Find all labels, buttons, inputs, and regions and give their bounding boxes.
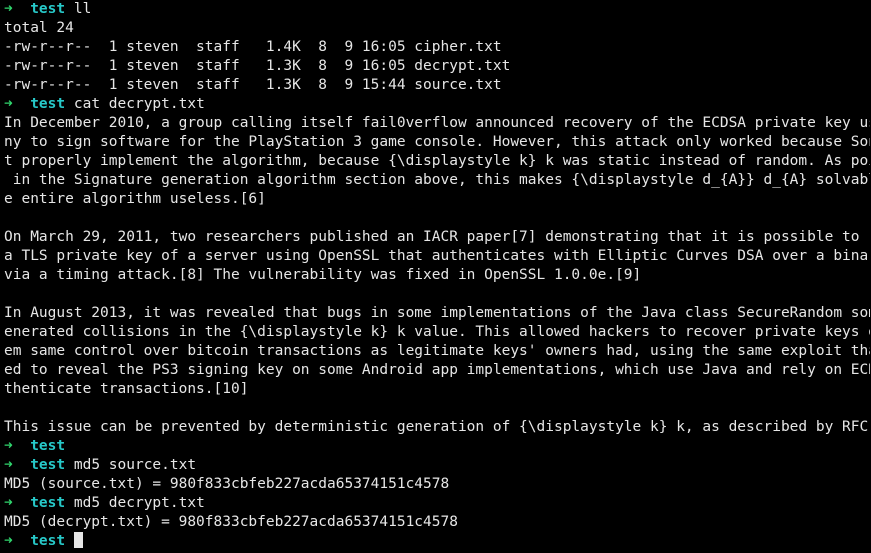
prompt-directory: test [30, 96, 66, 112]
output-line: via a timing attack.[8] The vulnerabilit… [4, 267, 642, 283]
output-line: -rw-r--r-- 1 steven staff 1.4K 8 9 16:05… [4, 39, 502, 55]
prompt-arrow-icon: ➜ [4, 495, 13, 511]
prompt-directory: test [30, 495, 66, 511]
output-line: -rw-r--r-- 1 steven staff 1.3K 8 9 16:05… [4, 58, 511, 74]
output-line: This issue can be prevented by determini… [4, 419, 870, 435]
prompt-arrow-icon: ➜ [4, 1, 13, 17]
output-line: ed to reveal the PS3 signing key on some… [4, 362, 870, 378]
prompt-directory: test [30, 438, 66, 454]
prompt-arrow-icon: ➜ [4, 457, 13, 473]
prompt-line: ➜ test [4, 532, 870, 551]
output-line: In December 2010, a group calling itself… [4, 115, 870, 131]
prompt-line: ➜ test cat decrypt.txt [4, 95, 870, 114]
output-line: -rw-r--r-- 1 steven staff 1.3K 8 9 15:44… [4, 77, 502, 93]
output-line: in the Signature generation algorithm se… [4, 172, 870, 188]
output-line: MD5 (source.txt) = 980f833cbfeb227acda65… [4, 476, 450, 492]
prompt-line: ➜ test ll [4, 0, 870, 19]
command-text: ll [73, 1, 92, 17]
command-text: md5 decrypt.txt [73, 495, 205, 511]
output-line: e entire algorithm useless.[6] [4, 191, 266, 207]
output-line: a TLS private key of a server using Open… [4, 248, 870, 264]
prompt-line: ➜ test [4, 437, 870, 456]
prompt-arrow-icon: ➜ [4, 96, 13, 112]
output-line: total 24 [4, 20, 74, 36]
prompt-directory: test [30, 533, 66, 549]
output-line: thenticate transactions.[10] [4, 381, 249, 397]
output-line: ny to sign software for the PlayStation … [4, 134, 870, 150]
prompt-line: ➜ test md5 decrypt.txt [4, 494, 870, 513]
command-text: cat decrypt.txt [73, 96, 205, 112]
terminal-window[interactable]: ➜ test ll total 24 -rw-r--r-- 1 steven sta… [4, 0, 870, 551]
output-line: t properly implement the algorithm, beca… [4, 153, 870, 169]
output-line: em same control over bitcoin transaction… [4, 343, 870, 359]
prompt-arrow-icon: ➜ [4, 533, 13, 549]
text-cursor[interactable] [73, 532, 83, 548]
prompt-line: ➜ test md5 source.txt [4, 456, 870, 475]
prompt-directory: test [30, 457, 66, 473]
output-line: enerated collisions in the {\displaystyl… [4, 324, 870, 340]
prompt-arrow-icon: ➜ [4, 438, 13, 454]
prompt-directory: test [30, 1, 66, 17]
output-line: MD5 (decrypt.txt) = 980f833cbfeb227acda6… [4, 514, 458, 530]
output-line: In August 2013, it was revealed that bug… [4, 305, 870, 321]
output-line: On March 29, 2011, two researchers publi… [4, 229, 870, 245]
command-text: md5 source.txt [73, 457, 197, 473]
